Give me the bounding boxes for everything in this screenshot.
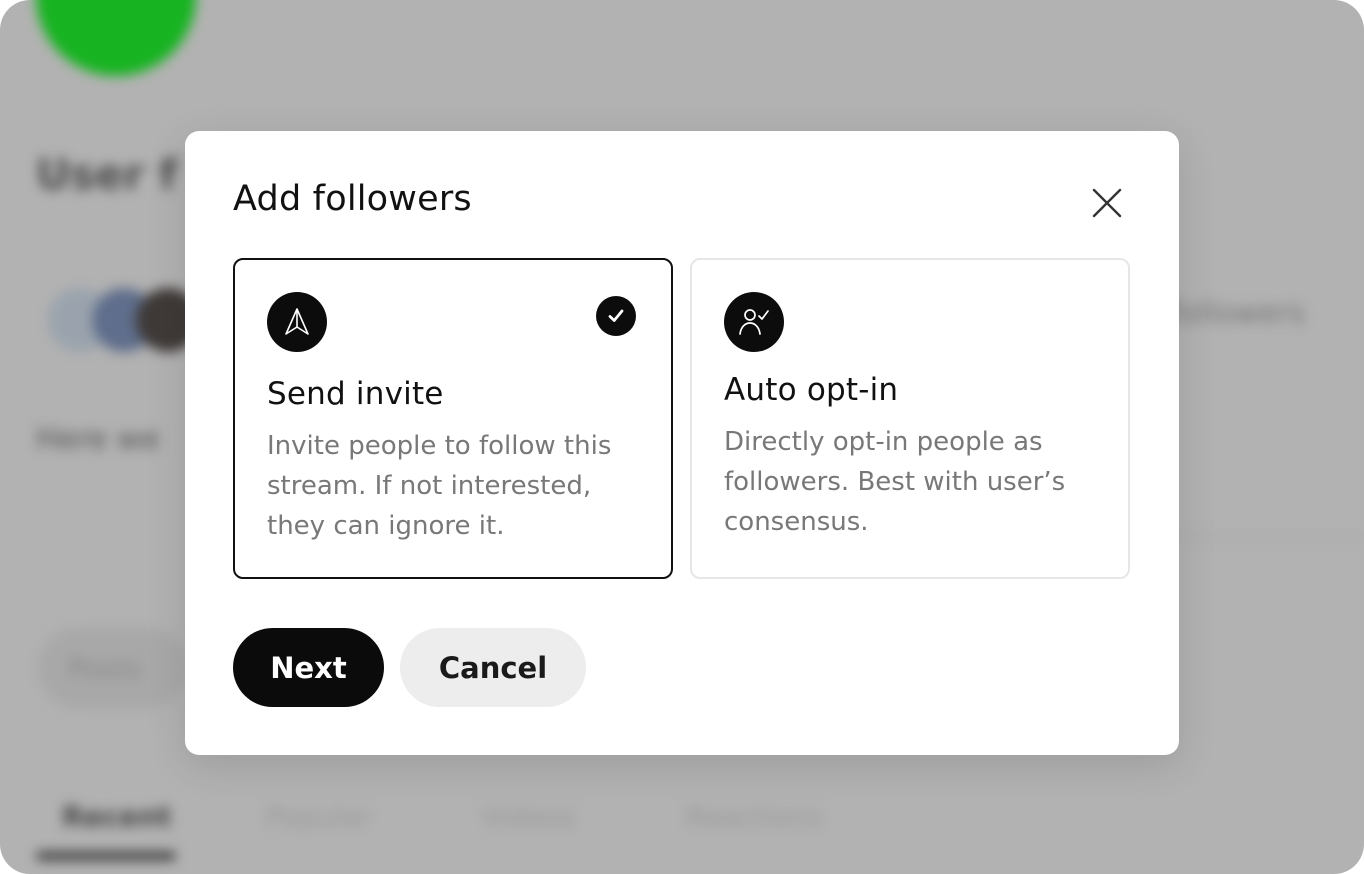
cancel-button[interactable]: Cancel xyxy=(400,628,586,707)
close-button[interactable] xyxy=(1087,183,1127,223)
option-title: Auto opt-in xyxy=(724,372,899,408)
background-text: Here we xyxy=(36,422,160,457)
app-window: User f Here we followers Posts Recent Po… xyxy=(0,0,1364,874)
background-tabs: Recent Popular Videos Reactions xyxy=(0,800,1364,860)
option-description: Invite people to follow this stream. If … xyxy=(267,431,612,541)
background-heading: User f xyxy=(36,150,178,199)
add-followers-dialog: Add followers Send invite Invite people … xyxy=(185,131,1179,755)
active-tab-indicator xyxy=(36,852,176,860)
tab-recent: Recent xyxy=(62,800,172,833)
next-button[interactable]: Next xyxy=(233,628,384,707)
option-description: Directly opt-in people as followers. Bes… xyxy=(724,427,1066,537)
tab-popular: Popular xyxy=(266,800,371,833)
divider xyxy=(1180,536,1364,538)
tab-reactions: Reactions xyxy=(686,800,823,833)
follower-avatars xyxy=(48,288,208,352)
close-icon xyxy=(1092,188,1122,218)
dialog-title: Add followers xyxy=(233,179,472,219)
background-filter-label: Posts xyxy=(68,652,142,685)
option-auto-opt-in[interactable]: Auto opt-in Directly opt-in people as fo… xyxy=(690,258,1130,579)
option-send-invite[interactable]: Send invite Invite people to follow this… xyxy=(233,258,673,579)
person-check-icon xyxy=(724,292,784,352)
background-filter-pill: Posts xyxy=(38,628,188,708)
option-title: Send invite xyxy=(267,376,444,412)
background-followers-link: followers xyxy=(1170,296,1305,331)
send-arrow-icon xyxy=(267,292,327,352)
profile-avatar xyxy=(36,0,196,76)
tab-videos: Videos xyxy=(482,800,576,833)
selected-check-icon xyxy=(596,296,636,336)
